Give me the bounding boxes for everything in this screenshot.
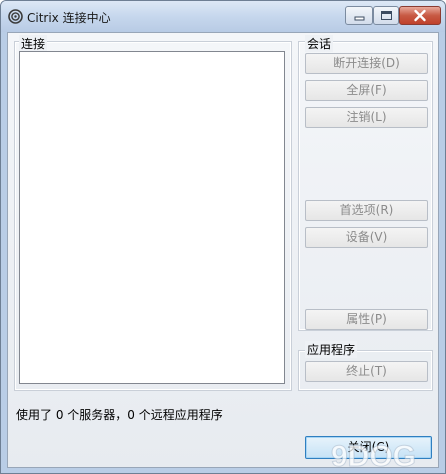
- devices-button[interactable]: 设备(V): [305, 227, 428, 248]
- connections-list[interactable]: [19, 51, 285, 384]
- close-icon: [414, 9, 426, 22]
- title-bar[interactable]: Citrix 连接中心: [1, 1, 445, 32]
- preferences-button[interactable]: 首选项(R): [305, 200, 428, 221]
- applications-group-label: 应用程序: [305, 341, 358, 358]
- maximize-button[interactable]: [373, 6, 399, 25]
- disconnect-button[interactable]: 断开连接(D): [305, 53, 428, 74]
- dialog-client-area: 连接 会话 断开连接(D) 全屏(F) 注销(L) 首选项(R) 设备(V) 属…: [7, 32, 439, 468]
- connections-group-label: 连接: [19, 35, 48, 52]
- citrix-spiral-icon: [8, 9, 23, 24]
- terminate-button[interactable]: 终止(T): [305, 361, 428, 382]
- properties-button[interactable]: 属性(P): [305, 309, 428, 330]
- logoff-button[interactable]: 注销(L): [305, 107, 428, 128]
- window-title: Citrix 连接中心: [27, 11, 111, 25]
- status-text: 使用了 0 个服务器，0 个远程应用程序: [16, 408, 223, 422]
- watermark-text: 9DOG: [331, 440, 416, 473]
- citrix-connection-center-window: Citrix 连接中心 连接 会话 断开连接(D) 全屏(F) 注销(L) 首选…: [0, 0, 446, 474]
- minimize-button[interactable]: [345, 6, 373, 25]
- minimize-icon: [354, 16, 365, 21]
- watermark-logo: 9DOG: [331, 440, 417, 474]
- fullscreen-button[interactable]: 全屏(F): [305, 80, 428, 101]
- session-group-label: 会话: [305, 35, 334, 52]
- close-window-button[interactable]: [399, 6, 441, 25]
- maximize-icon: [381, 11, 392, 20]
